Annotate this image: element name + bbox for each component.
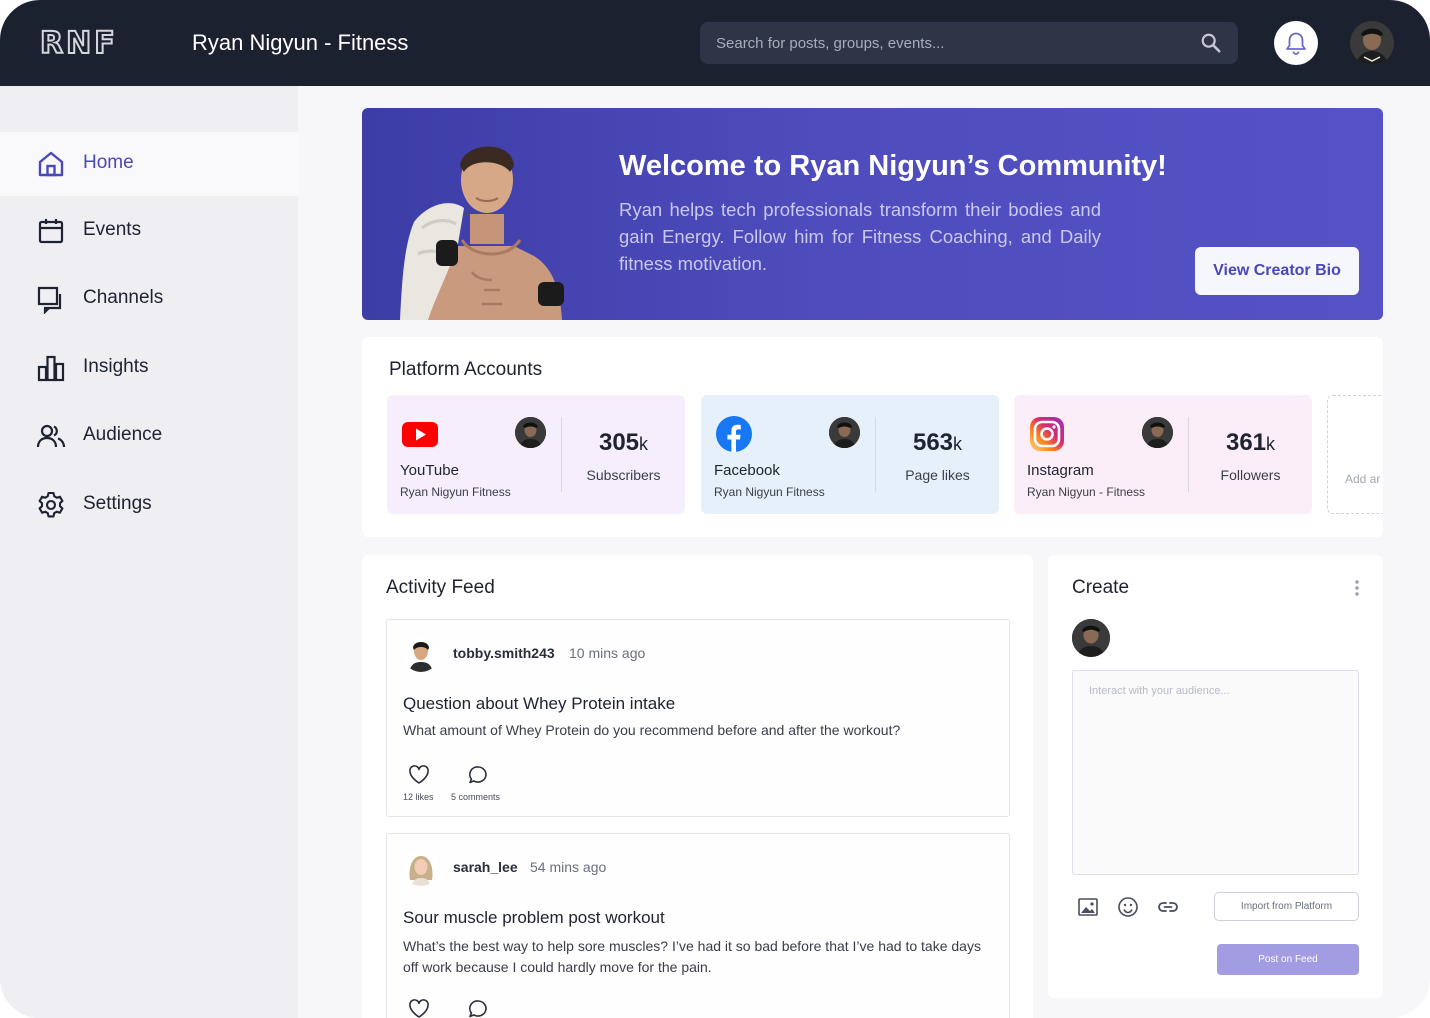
account-avatar	[1142, 417, 1173, 448]
post-author-avatar[interactable]	[403, 850, 439, 886]
post-time: 10 mins ago	[569, 645, 646, 661]
search-icon[interactable]	[1200, 32, 1222, 54]
search-bar	[700, 22, 1238, 64]
platform-card-instagram[interactable]: Instagram Ryan Nigyun - Fitness 361k Fol…	[1014, 395, 1312, 514]
creator-description: Ryan helps tech professionals transform …	[619, 199, 1101, 274]
platform-card-youtube[interactable]: YouTube Ryan Nigyun Fitness 305k Subscri…	[387, 395, 685, 514]
users-icon	[36, 424, 66, 448]
comment-count: 5 comments	[451, 792, 501, 802]
create-post-panel: Create Import from Platform Post on Feed	[1048, 555, 1383, 998]
notifications-button[interactable]	[1274, 21, 1318, 65]
sidebar-item-label: Channels	[83, 287, 164, 308]
community-title: Ryan Nigyun - Fitness	[192, 30, 409, 55]
post-title[interactable]: Question about Whey Protein intake	[403, 694, 675, 714]
post-time: 54 mins ago	[530, 859, 607, 875]
sidebar-item-events[interactable]: Events	[0, 199, 298, 263]
user-avatar[interactable]	[1350, 21, 1394, 65]
platform-accounts-panel: Platform Accounts YouTube Ryan Nigyun Fi…	[362, 337, 1383, 537]
follower-count: 361k	[1225, 429, 1276, 456]
sidebar-item-audience[interactable]: Audience	[0, 404, 298, 468]
platform-name: YouTube	[400, 462, 459, 479]
gear-icon	[38, 491, 64, 518]
follower-count: 563k	[912, 429, 963, 456]
more-options-icon[interactable]	[1352, 579, 1362, 597]
account-avatar	[515, 417, 546, 448]
post-composer-input[interactable]	[1072, 670, 1359, 875]
post-body: What amount of Whey Protein do you recom…	[403, 722, 901, 738]
welcome-banner: Welcome to Ryan Nigyun’s Community! Ryan…	[362, 108, 1383, 320]
feed-post[interactable]: tobby.smith243 10 mins ago Question abou…	[386, 619, 1010, 817]
sidebar-item-label: Insights	[83, 356, 149, 377]
post-author[interactable]: tobby.smith243	[453, 645, 555, 661]
sidebar-item-label: Home	[83, 152, 134, 173]
section-title: Platform Accounts	[389, 359, 543, 380]
account-avatar	[829, 417, 860, 448]
sidebar-item-insights[interactable]: Insights	[0, 336, 298, 400]
sidebar-item-label: Events	[83, 219, 142, 240]
facebook-icon	[716, 416, 752, 452]
emoji-icon[interactable]	[1116, 895, 1140, 919]
like-icon[interactable]	[408, 764, 430, 786]
home-icon	[38, 151, 64, 177]
creator-photo	[400, 146, 564, 320]
follower-count: 305k	[598, 429, 649, 456]
like-icon[interactable]	[408, 998, 430, 1018]
section-title: Activity Feed	[386, 577, 495, 598]
bell-icon	[1286, 32, 1306, 55]
instagram-icon	[1030, 417, 1064, 451]
top-bar: RNF Ryan Nigyun - Fitness	[0, 0, 1430, 86]
search-input[interactable]	[700, 22, 1180, 64]
youtube-icon	[402, 422, 438, 447]
import-from-platform-button[interactable]: Import from Platform	[1214, 892, 1359, 921]
post-author-avatar[interactable]	[403, 636, 439, 672]
add-account-label: Add ar	[1345, 472, 1381, 486]
welcome-title: Welcome to Ryan Nigyun’s Community!	[619, 150, 1167, 182]
comment-icon[interactable]	[467, 998, 489, 1018]
like-count: 12 likes	[403, 792, 434, 802]
link-icon[interactable]	[1156, 895, 1180, 919]
sidebar-item-channels[interactable]: Channels	[0, 267, 298, 331]
platform-name: Instagram	[1027, 462, 1094, 479]
avatar-image	[1350, 21, 1394, 65]
post-body: What’s the best way to help sore muscles…	[403, 938, 981, 975]
brand-logo[interactable]: RNF	[39, 25, 118, 62]
account-name: Ryan Nigyun Fitness	[714, 485, 825, 499]
post-title[interactable]: Sour muscle problem post workout	[403, 908, 665, 928]
platform-name: Facebook	[714, 462, 780, 479]
sidebar-item-home[interactable]: Home	[0, 132, 298, 196]
image-icon[interactable]	[1076, 895, 1100, 919]
sidebar-item-settings[interactable]: Settings	[0, 473, 298, 537]
platform-card-facebook[interactable]: Facebook Ryan Nigyun Fitness 563k Page l…	[701, 395, 999, 514]
activity-feed-panel: Activity Feed tobby.smith243 10 mins ago…	[362, 555, 1033, 1018]
metric-label: Followers	[1220, 467, 1281, 483]
composer-avatar	[1072, 619, 1110, 657]
account-name: Ryan Nigyun Fitness	[400, 485, 511, 499]
feed-post[interactable]: sarah_lee 54 mins ago Sour muscle proble…	[386, 833, 1010, 1018]
section-title: Create	[1072, 577, 1130, 598]
comment-icon[interactable]	[467, 764, 489, 786]
app-window: RNF Ryan Nigyun - Fitness Search for pos…	[0, 0, 1430, 1018]
bar-chart-icon	[37, 355, 65, 382]
post-author[interactable]: sarah_lee	[453, 859, 518, 875]
view-creator-bio-button[interactable]: View Creator Bio	[1195, 247, 1359, 295]
sidebar-item-label: Audience	[83, 424, 163, 445]
calendar-icon	[38, 219, 64, 244]
metric-label: Subscribers	[586, 467, 661, 483]
account-name: Ryan Nigyun - Fitness	[1027, 485, 1146, 499]
metric-label: Page likes	[905, 467, 970, 483]
post-on-feed-button[interactable]: Post on Feed	[1217, 944, 1359, 975]
sidebar: Home Events Channels Insights Audience S…	[0, 86, 298, 1018]
sidebar-item-label: Settings	[83, 493, 152, 514]
add-account-card[interactable]: Add ar	[1327, 395, 1383, 514]
channels-icon	[37, 286, 62, 314]
